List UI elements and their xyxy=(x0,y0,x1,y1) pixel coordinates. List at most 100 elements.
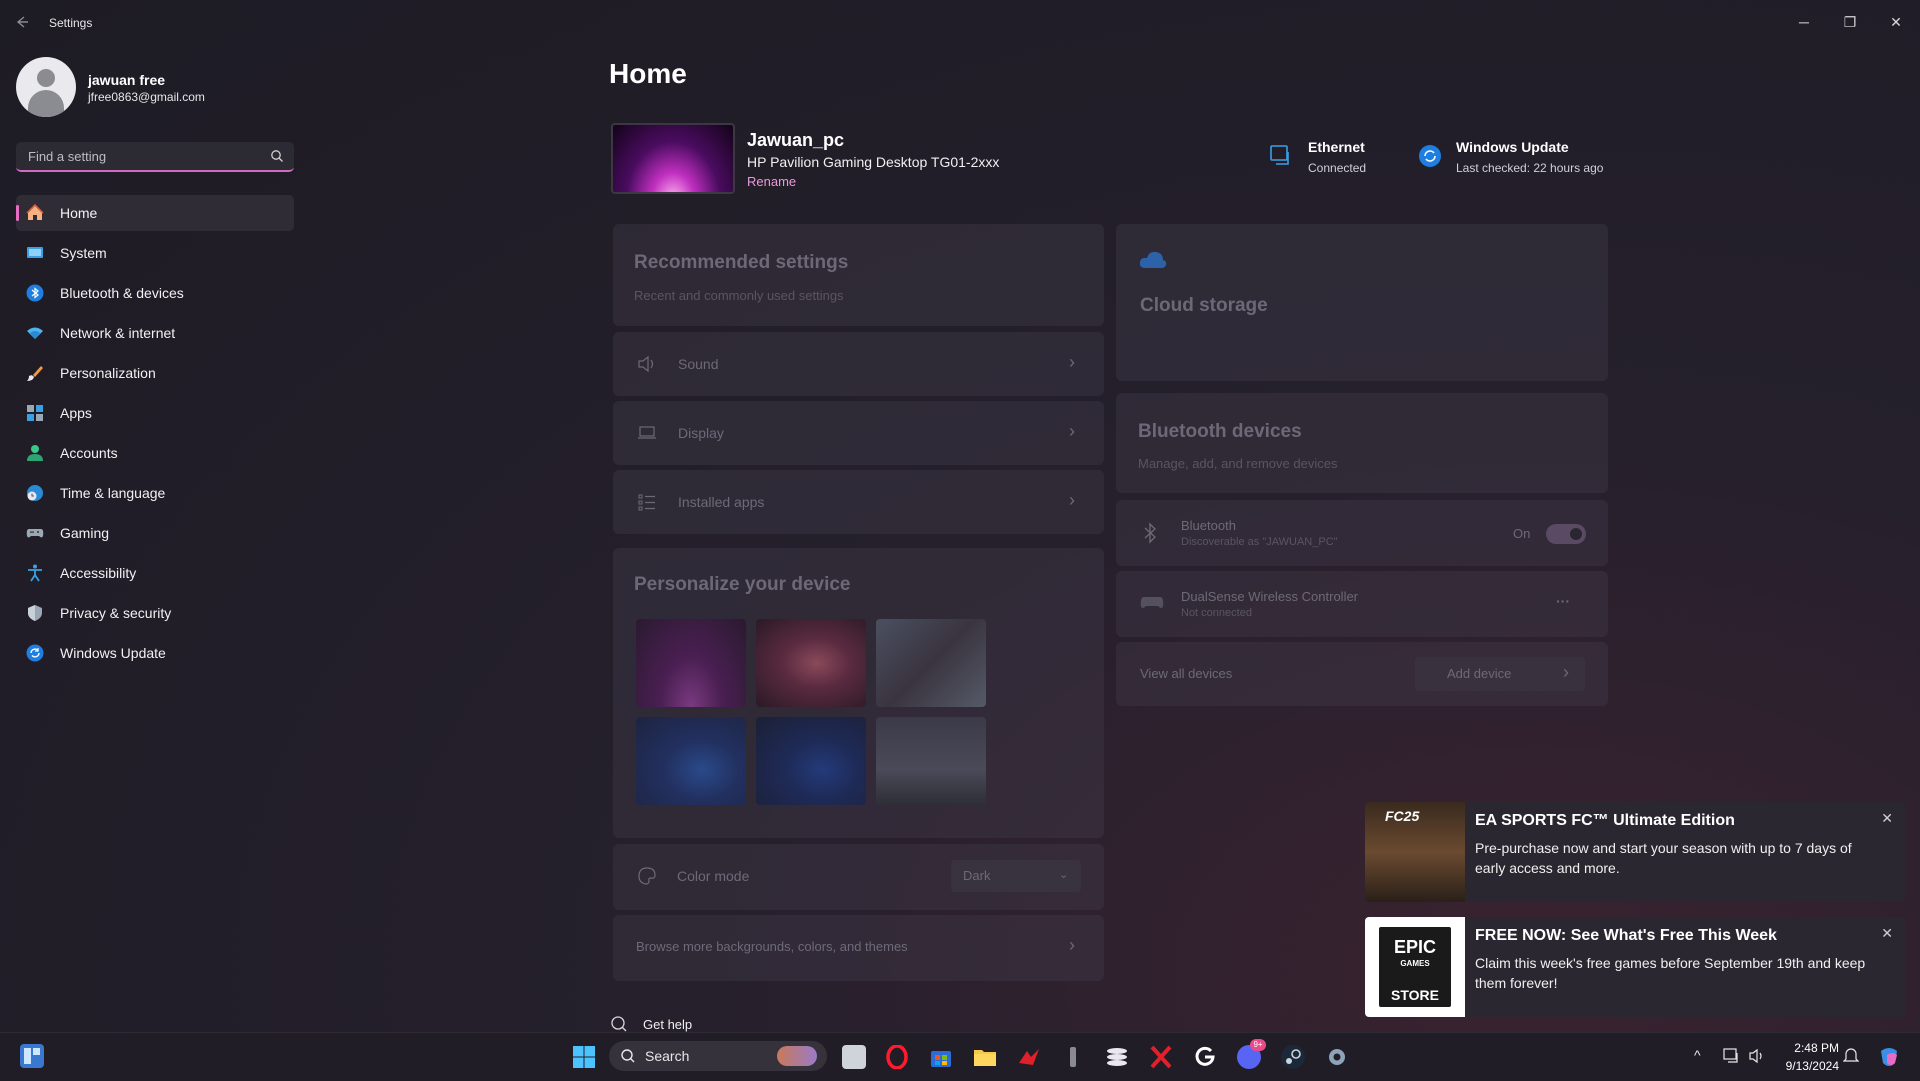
microsoft-store-icon[interactable] xyxy=(929,1045,953,1069)
opera-icon[interactable] xyxy=(885,1044,909,1070)
clock-time[interactable]: 2:48 PM xyxy=(1794,1041,1839,1055)
sound-row[interactable]: Sound › xyxy=(613,332,1104,396)
widgets-icon[interactable] xyxy=(20,1044,44,1068)
search-icon[interactable] xyxy=(270,149,284,163)
steam-icon[interactable] xyxy=(1281,1045,1305,1069)
start-windows-icon[interactable] xyxy=(572,1045,596,1069)
device-wallpaper-thumbnail xyxy=(611,123,735,194)
color-mode-value: Dark xyxy=(963,868,991,883)
chevron-right-icon: › xyxy=(1069,935,1075,955)
bluetooth-icon xyxy=(26,284,44,302)
windows-update-icon[interactable] xyxy=(1417,143,1443,169)
color-mode-dropdown[interactable]: Dark ⌄ xyxy=(951,860,1081,892)
sidebar-item-label: Privacy & security xyxy=(60,605,172,621)
bluetooth-row: Bluetooth Discoverable as "JAWUAN_PC" On xyxy=(1116,500,1608,566)
network-icon[interactable] xyxy=(1722,1047,1740,1070)
red-app-icon[interactable] xyxy=(1017,1045,1041,1069)
notification-epic-games[interactable]: EPIC GAMES STORE FREE NOW: See What's Fr… xyxy=(1365,917,1905,1017)
sidebar-item-apps[interactable]: Apps xyxy=(16,395,294,431)
sidebar-item-privacy[interactable]: Privacy & security xyxy=(16,595,294,631)
windows-update-title[interactable]: Windows Update xyxy=(1456,139,1569,155)
ea-fc25-image: FC25 xyxy=(1365,802,1465,902)
display-label: Display xyxy=(678,425,724,441)
notification-ea-sports[interactable]: FC25 EA SPORTS FC™ Ultimate Edition Pre-… xyxy=(1365,802,1905,902)
minimize-button[interactable]: ─ xyxy=(1781,6,1827,38)
notification-bell-icon[interactable] xyxy=(1842,1047,1860,1070)
recommended-settings-card: Recommended settings Recent and commonly… xyxy=(613,224,1104,326)
theme-thumbnail[interactable] xyxy=(756,619,866,707)
cloud-storage-card: Cloud storage xyxy=(1116,224,1608,381)
copilot-icon[interactable] xyxy=(1877,1045,1901,1074)
sidebar-item-windows-update[interactable]: Windows Update xyxy=(16,635,294,671)
gamepad-icon xyxy=(26,524,44,542)
chevron-down-icon: ⌄ xyxy=(1059,869,1069,881)
controller-row: DualSense Wireless Controller Not connec… xyxy=(1116,571,1608,637)
sidebar-item-label: Accounts xyxy=(60,445,118,461)
theme-thumbnail[interactable] xyxy=(636,717,746,805)
sidebar-item-accounts[interactable]: Accounts xyxy=(16,435,294,471)
monitor-icon xyxy=(26,244,44,262)
theme-thumbnail[interactable] xyxy=(876,619,986,707)
cloud-storage-title: Cloud storage xyxy=(1140,295,1268,316)
sidebar-item-time-language[interactable]: Time & language xyxy=(16,475,294,511)
theme-thumbnail[interactable] xyxy=(876,717,986,805)
ethernet-title[interactable]: Ethernet xyxy=(1308,139,1365,155)
logitech-g-icon[interactable] xyxy=(1193,1045,1217,1069)
clock-date[interactable]: 9/13/2024 xyxy=(1786,1059,1839,1073)
close-button[interactable]: ✕ xyxy=(1873,6,1919,38)
display-row[interactable]: Display › xyxy=(613,401,1104,465)
theme-thumbnail[interactable] xyxy=(636,619,746,707)
sidebar-item-home[interactable]: Home xyxy=(16,195,294,231)
theme-thumbnail[interactable] xyxy=(756,717,866,805)
discord-icon[interactable]: 9+ xyxy=(1237,1039,1266,1069)
laptop-icon xyxy=(637,423,657,448)
back-arrow-icon[interactable] xyxy=(14,14,34,34)
sidebar-item-system[interactable]: System xyxy=(16,235,294,271)
sidebar-item-bluetooth[interactable]: Bluetooth & devices xyxy=(16,275,294,311)
taskbar-search[interactable]: Search xyxy=(609,1041,827,1071)
avatar[interactable] xyxy=(16,57,76,117)
settings-gear-icon[interactable] xyxy=(1325,1045,1349,1069)
cloud-icon xyxy=(1138,249,1168,274)
notification-badge: 9+ xyxy=(1250,1039,1266,1051)
recommended-subtitle: Recent and commonly used settings xyxy=(634,288,844,303)
browse-themes-row[interactable]: Browse more backgrounds, colors, and the… xyxy=(613,915,1104,981)
wifi-icon xyxy=(26,324,44,342)
controller-name: DualSense Wireless Controller xyxy=(1181,589,1359,604)
sidebar-item-label: System xyxy=(60,245,107,261)
sidebar-item-network[interactable]: Network & internet xyxy=(16,315,294,351)
close-icon[interactable]: ✕ xyxy=(1881,925,1893,942)
ethernet-icon[interactable] xyxy=(1268,143,1294,169)
device-name: Jawuan_pc xyxy=(747,130,845,150)
bluetooth-devices-title: Bluetooth devices xyxy=(1138,421,1302,442)
x-app-icon[interactable] xyxy=(1149,1045,1173,1069)
sidebar-item-gaming[interactable]: Gaming xyxy=(16,515,294,551)
close-icon[interactable]: ✕ xyxy=(1881,810,1893,827)
volume-icon[interactable] xyxy=(1748,1047,1766,1070)
rename-link[interactable]: Rename xyxy=(747,174,796,189)
sidebar-item-accessibility[interactable]: Accessibility xyxy=(16,555,294,591)
add-device-button[interactable]: Add device › xyxy=(1415,657,1585,691)
get-help-link[interactable]: Get help xyxy=(643,1017,692,1032)
maximize-button[interactable]: ❐ xyxy=(1827,6,1873,38)
globe-clock-icon xyxy=(26,484,44,502)
dark-app-icon[interactable] xyxy=(1061,1045,1085,1069)
bluetooth-discoverable: Discoverable as "JAWUAN_PC" xyxy=(1181,536,1338,548)
installed-apps-row[interactable]: Installed apps › xyxy=(613,470,1104,534)
bluetooth-toggle[interactable] xyxy=(1546,524,1586,544)
speaker-icon xyxy=(637,354,657,379)
chevron-up-icon[interactable]: ^ xyxy=(1694,1047,1701,1063)
page-title: Home xyxy=(609,58,687,89)
task-view-icon[interactable] xyxy=(842,1045,866,1069)
person-icon xyxy=(26,444,44,462)
sidebar-item-personalization[interactable]: Personalization xyxy=(16,355,294,391)
ethernet-status: Connected xyxy=(1308,161,1367,175)
search-box[interactable] xyxy=(16,142,294,172)
search-input[interactable] xyxy=(26,148,260,165)
chevron-right-icon: › xyxy=(1563,662,1569,682)
file-explorer-icon[interactable] xyxy=(973,1045,997,1069)
stack-app-icon[interactable] xyxy=(1105,1045,1129,1069)
more-options-button[interactable]: ··· xyxy=(1556,593,1570,609)
epic-games-logo: EPIC GAMES STORE xyxy=(1365,917,1465,1017)
view-all-devices-link[interactable]: View all devices xyxy=(1140,666,1232,681)
